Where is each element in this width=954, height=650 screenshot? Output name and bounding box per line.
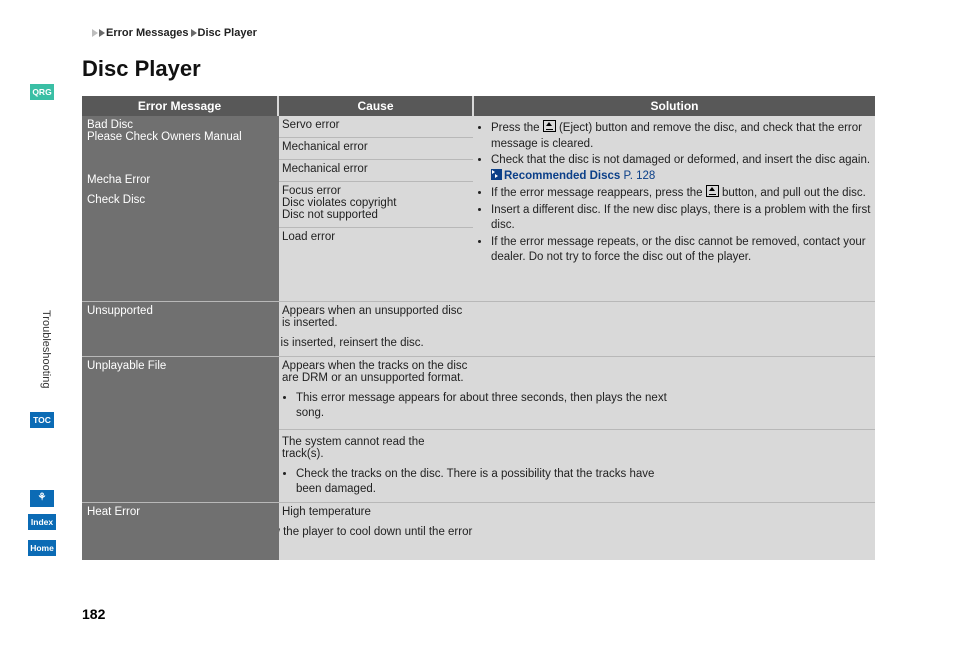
eject-icon bbox=[706, 185, 719, 197]
table-row: Heat Error High temperature Turn the aud… bbox=[82, 503, 875, 560]
breadcrumb-item: Disc Player bbox=[198, 27, 257, 39]
xref-icon[interactable] bbox=[491, 169, 502, 180]
cell-cause: Mechanical error bbox=[279, 137, 473, 156]
xref-link[interactable]: Recommended Discs bbox=[504, 170, 620, 182]
sidebar-tab-voice[interactable]: ⚘ bbox=[30, 490, 54, 507]
page-number: 182 bbox=[82, 606, 105, 622]
sidebar-tab-qrg[interactable]: QRG bbox=[30, 84, 54, 100]
cell-error: Check Disc bbox=[82, 191, 279, 301]
section-label: Troubleshooting bbox=[40, 310, 52, 388]
table-row: Bad Disc Please Check Owners Manual Mech… bbox=[82, 116, 875, 302]
sidebar-tab-toc[interactable]: TOC bbox=[30, 412, 54, 428]
cell-cause: Load error bbox=[279, 227, 473, 246]
cell-cause: Focus error Disc violates copyright Disc… bbox=[279, 181, 473, 224]
col-header-cause: Cause bbox=[279, 96, 472, 116]
cell-cause: The system cannot read the track(s). bbox=[279, 433, 473, 463]
page-title: Disc Player bbox=[82, 56, 201, 82]
cell-solution: This error message appears for about thr… bbox=[279, 387, 682, 426]
breadcrumb-item[interactable]: Error Messages bbox=[106, 27, 189, 39]
table-row: Unsupported Appears when an unsupported … bbox=[82, 302, 875, 357]
cell-error: Heat Error bbox=[82, 503, 279, 560]
cell-cause: Appears when the tracks on the disc are … bbox=[279, 357, 473, 387]
error-table: Error Message Cause Solution Bad Disc Pl… bbox=[82, 96, 875, 560]
chevron-right-icon bbox=[99, 29, 105, 37]
chevron-right-icon bbox=[92, 29, 98, 37]
cell-cause: Servo error bbox=[279, 116, 473, 134]
sidebar-tab-home[interactable]: Home bbox=[28, 540, 56, 556]
col-header-solution: Solution bbox=[474, 96, 875, 116]
cell-error: Bad Disc Please Check Owners Manual bbox=[82, 116, 279, 171]
cell-cause: Mechanical error bbox=[279, 159, 473, 178]
table-row: Unplayable File Appears when the tracks … bbox=[82, 357, 875, 503]
cell-error: Mecha Error bbox=[82, 171, 279, 191]
cell-solution: Press the (Eject) button and remove the … bbox=[474, 116, 875, 301]
eject-icon bbox=[543, 120, 556, 132]
cell-cause: High temperature bbox=[279, 503, 473, 521]
col-header-error: Error Message bbox=[82, 96, 277, 116]
chevron-right-icon bbox=[191, 29, 197, 37]
cell-cause: Appears when an unsupported disc is inse… bbox=[279, 302, 473, 332]
cell-error: Unsupported bbox=[82, 302, 279, 356]
cell-error: Unplayable File bbox=[82, 357, 279, 502]
sidebar-tab-index[interactable]: Index bbox=[28, 514, 56, 530]
cell-solution: Check the tracks on the disc. There is a… bbox=[279, 463, 682, 502]
breadcrumb: Error Messages Disc Player bbox=[92, 27, 257, 39]
